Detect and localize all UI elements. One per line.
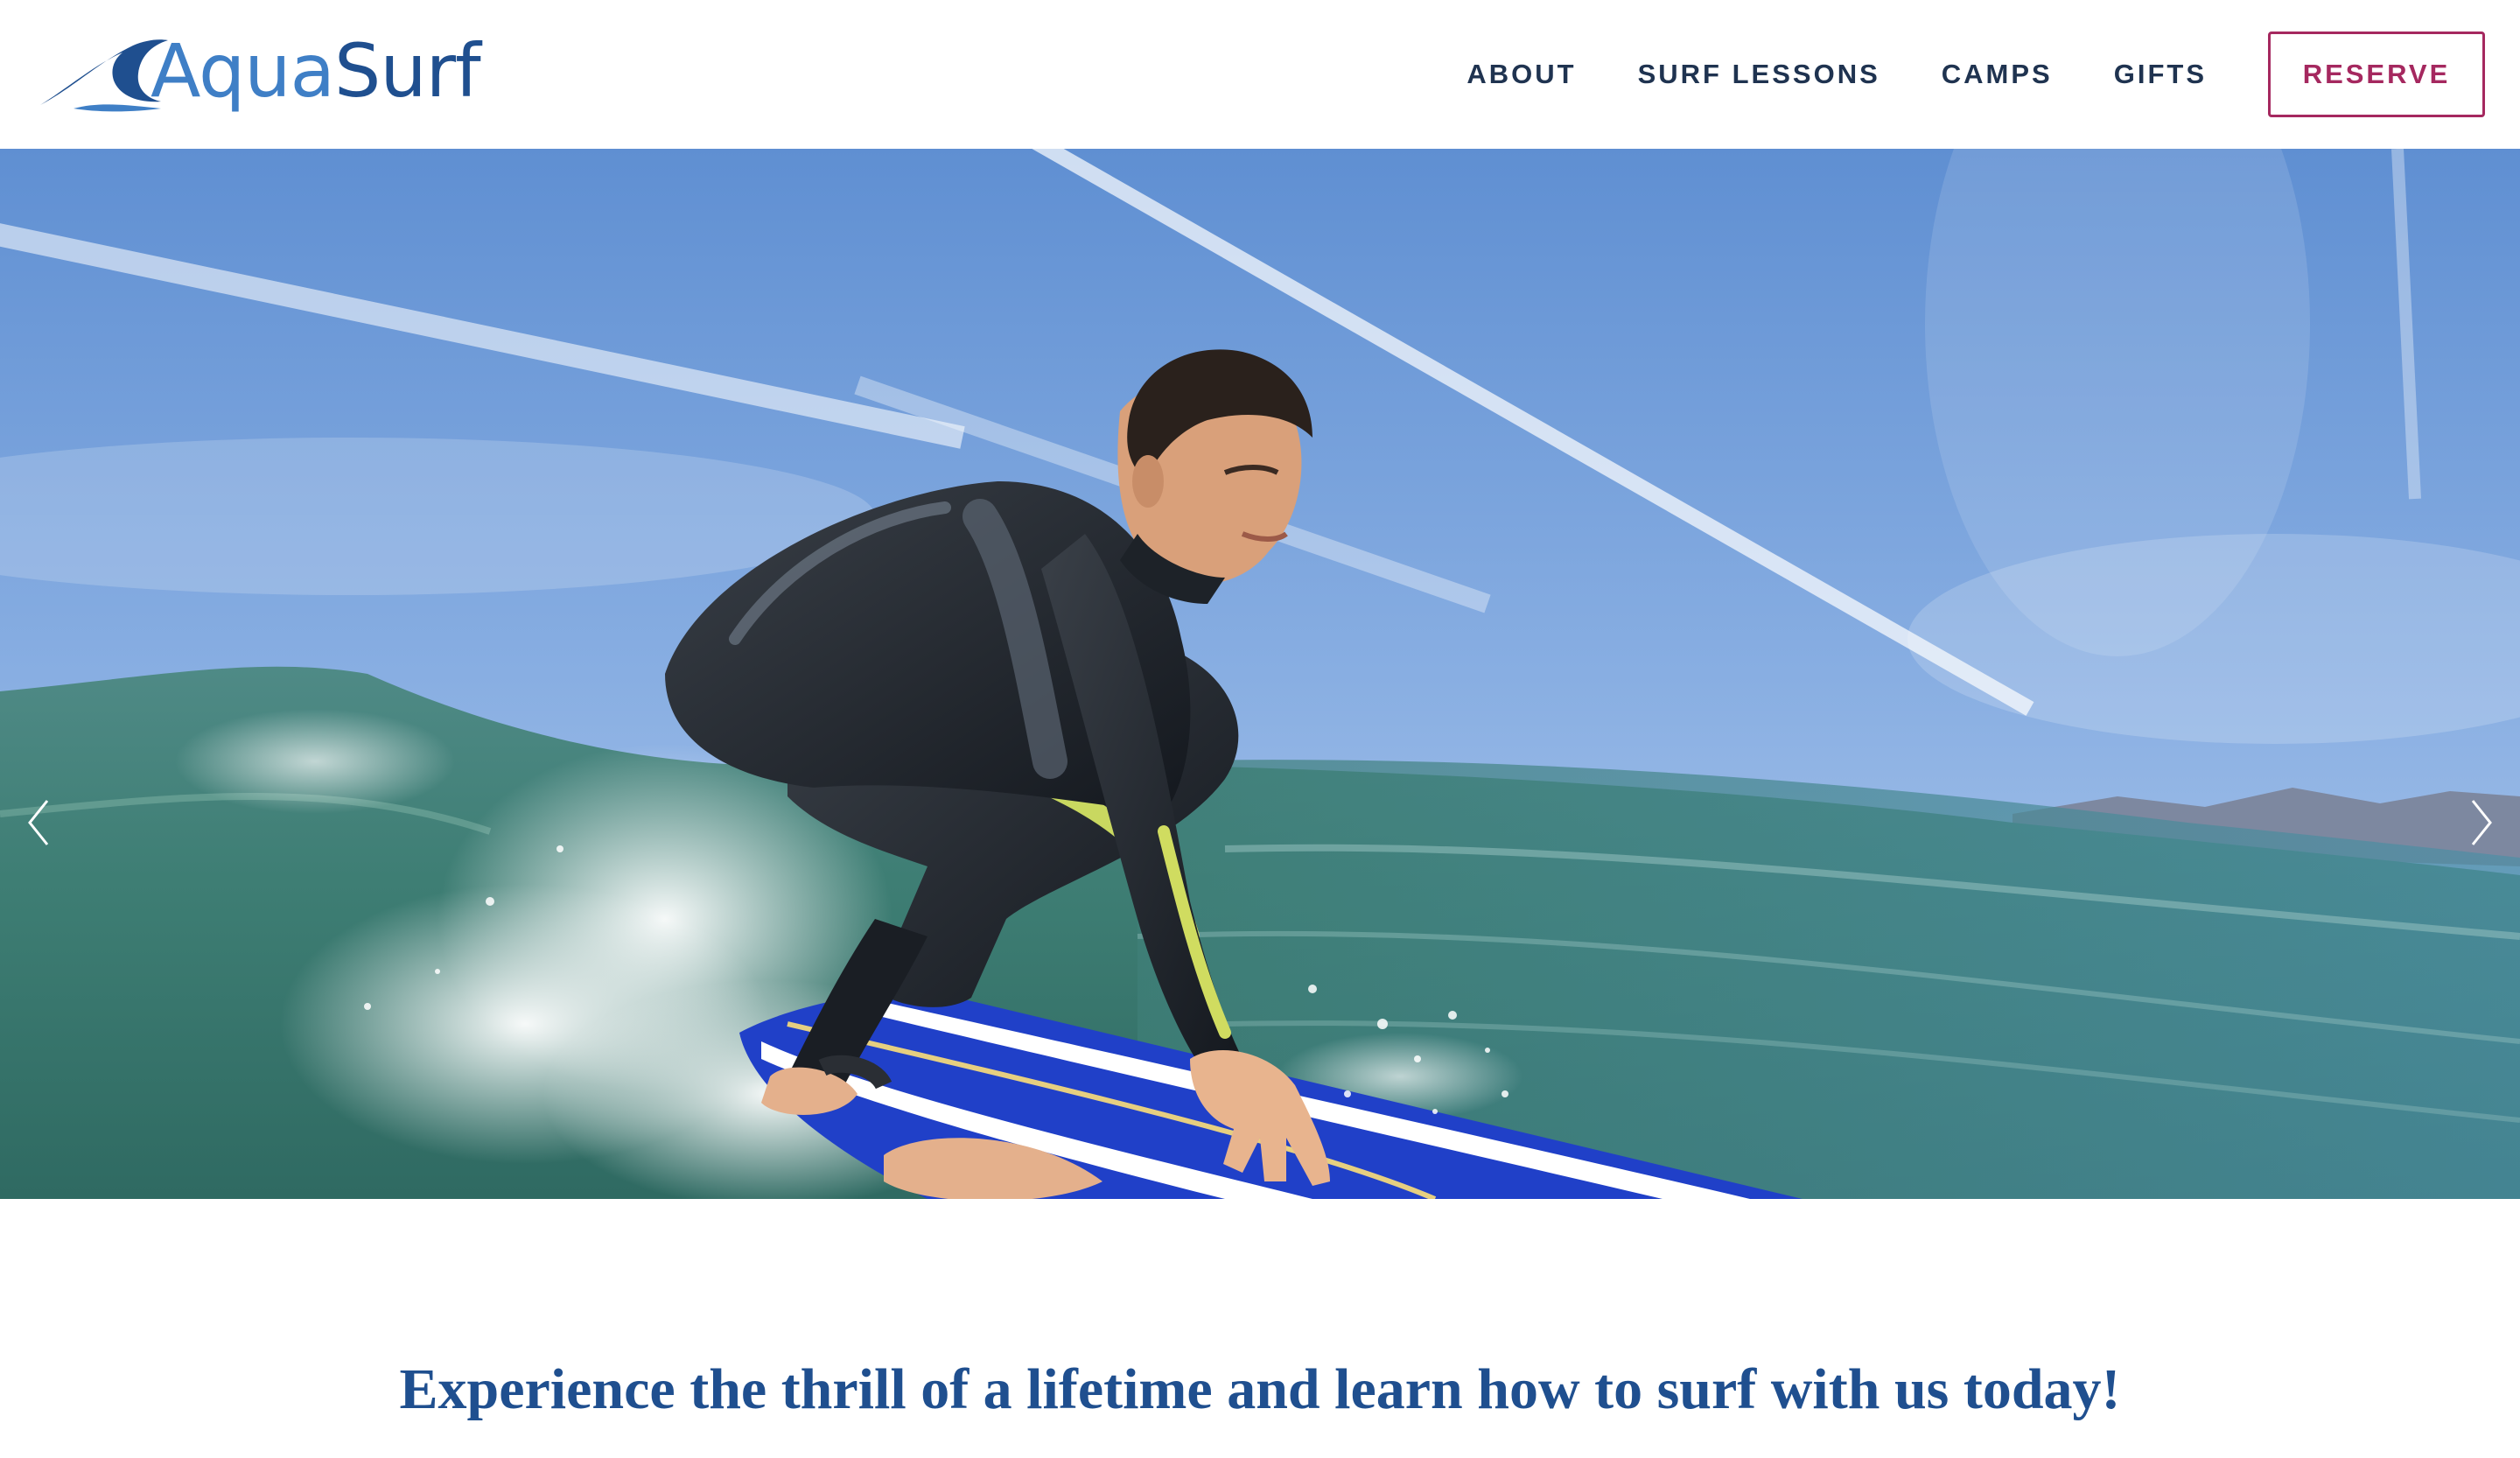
main-nav: ABOUT SURF LESSONS CAMPS GIFTS RESERVE [1466, 0, 2520, 149]
nav-item-gifts[interactable]: GIFTS [2114, 59, 2207, 90]
surfer-on-wave-photo [0, 149, 2520, 1199]
slideshow-prev-button[interactable] [21, 792, 56, 853]
site-header: AquaSurf ABOUT SURF LESSONS CAMPS GIFTS … [0, 0, 2520, 149]
nav-item-camps[interactable]: CAMPS [1942, 59, 2053, 90]
reserve-button[interactable]: RESERVE [2268, 32, 2485, 117]
slideshow-next-button[interactable] [2464, 792, 2499, 853]
logo[interactable]: AquaSurf [38, 26, 528, 114]
chevron-right-icon [2471, 800, 2492, 845]
page: AquaSurf ABOUT SURF LESSONS CAMPS GIFTS … [0, 0, 2520, 1458]
tagline: Experience the thrill of a lifetime and … [399, 1357, 2121, 1421]
hero-slideshow [0, 149, 2520, 1199]
nav-item-about[interactable]: ABOUT [1466, 59, 1576, 90]
logo-text-surf: Surf [334, 28, 481, 114]
nav-item-surf-lessons[interactable]: SURF LESSONS [1638, 59, 1880, 90]
logo-text-aqua: Aqua [150, 28, 335, 114]
logo-text: AquaSurf [150, 34, 481, 108]
chevron-left-icon [28, 800, 49, 845]
